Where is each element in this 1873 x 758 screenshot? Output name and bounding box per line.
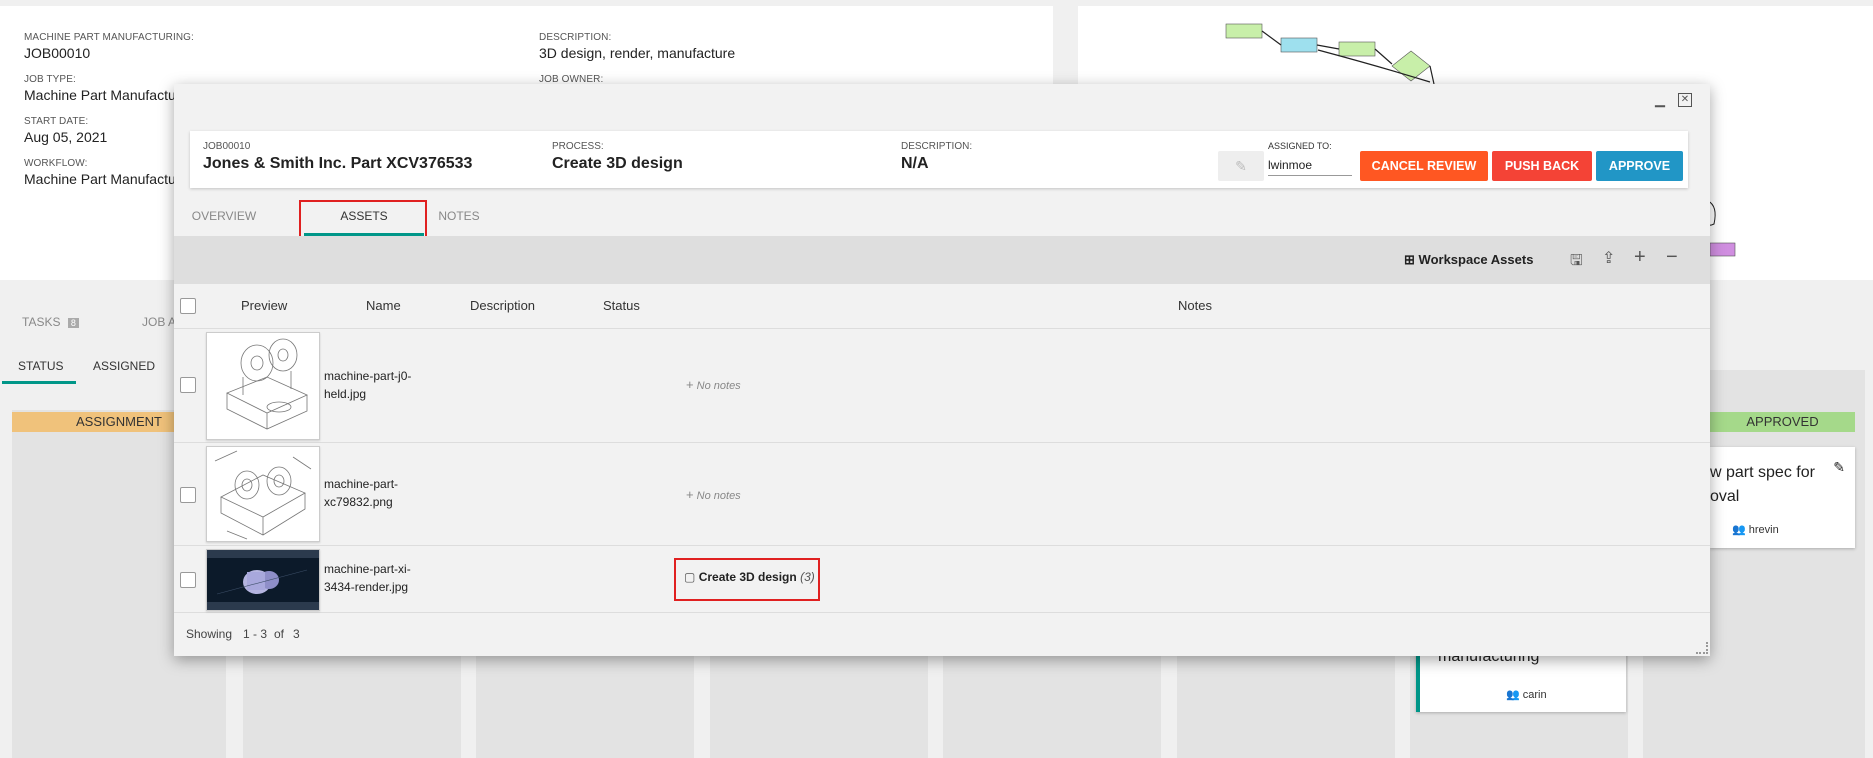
status-view-tab[interactable]: STATUS <box>18 359 64 373</box>
part-drawing-image <box>214 450 312 540</box>
card-assignee: 👥 hrevin <box>1732 524 1779 536</box>
add-note-button[interactable]: + No notes <box>686 487 741 502</box>
kanban-column <box>943 650 1161 758</box>
part-drawing-image <box>226 338 308 430</box>
add-note-button[interactable]: + No notes <box>686 377 741 392</box>
status-tab-indicator <box>2 381 76 384</box>
start-date-field: START DATE: Aug 05, 2021 <box>24 116 108 145</box>
plus-icon: + <box>686 377 694 392</box>
render-image <box>207 550 319 610</box>
plus-icon: + <box>686 487 694 502</box>
tab-notes[interactable]: NOTES <box>424 196 494 236</box>
job-type-field: JOB TYPE: Machine Part Manufactu <box>24 74 176 103</box>
job-description-field: DESCRIPTION: 3D design, render, manufact… <box>539 32 736 61</box>
row-checkbox[interactable] <box>180 572 196 588</box>
asset-name: machine-part-xi-3434-render.jpg <box>324 562 411 594</box>
job-field: JOB00010 Jones & Smith Inc. Part XCV3765… <box>203 141 473 172</box>
save-icon[interactable]: 🖫 <box>1570 250 1583 275</box>
table-row[interactable]: machine-part-j0-held.jpg + No notes <box>174 329 1710 443</box>
tab-overview[interactable]: OVERVIEW <box>174 196 274 236</box>
review-modal: ▁ ✕ JOB00010 Jones & Smith Inc. Part XCV… <box>174 84 1710 656</box>
workspace-assets-button[interactable]: ⊞ Workspace Assets <box>1404 252 1533 268</box>
asset-thumbnail[interactable] <box>206 446 320 542</box>
description-field: DESCRIPTION: N/A <box>901 141 973 172</box>
asset-name: machine-part-j0-held.jpg <box>324 369 412 401</box>
highlight-box <box>299 200 427 241</box>
approve-button[interactable]: APPROVE <box>1596 151 1683 181</box>
assets-toolbar: ⊞ Workspace Assets 🖫 ⇪ + − <box>174 236 1710 284</box>
asset-thumbnail[interactable] <box>206 549 320 611</box>
select-all-checkbox[interactable] <box>180 298 196 314</box>
cancel-review-button[interactable]: CANCEL REVIEW <box>1360 151 1488 181</box>
kanban-column <box>710 650 928 758</box>
process-field: PROCESS: Create 3D design <box>552 141 683 172</box>
users-icon: 👥 <box>1506 689 1520 701</box>
users-icon: 👥 <box>1732 524 1746 536</box>
row-checkbox[interactable] <box>180 377 196 393</box>
job-id-field: MACHINE PART MANUFACTURING: JOB00010 <box>24 32 194 61</box>
workflow-node-1 <box>1225 23 1263 39</box>
minimize-icon[interactable]: ▁ <box>1652 92 1668 108</box>
edit-assignee-button[interactable]: ✎ <box>1218 151 1264 181</box>
close-icon[interactable]: ✕ <box>1678 93 1692 107</box>
upload-icon[interactable]: ⇪ <box>1602 248 1615 268</box>
job-assets-tab[interactable]: JOB A <box>142 315 176 329</box>
task-header: JOB00010 Jones & Smith Inc. Part XCV3765… <box>190 131 1688 188</box>
edit-icon[interactable]: ✎ <box>1833 459 1845 476</box>
workflow-field: WORKFLOW: Machine Part Manufactu <box>24 158 176 187</box>
table-icon: ⊞ <box>1404 252 1415 267</box>
kanban-column <box>1177 650 1395 758</box>
asset-name: machine-part-xc79832.png <box>324 477 399 509</box>
approved-column-header: APPROVED <box>1710 412 1855 432</box>
approved-task-card[interactable]: w part spec for oval ✎ 👥 hrevin <box>1710 447 1855 548</box>
remove-icon[interactable]: − <box>1666 246 1678 269</box>
push-back-button[interactable]: PUSH BACK <box>1492 151 1592 181</box>
table-footer: Showing 1 - 3 of 3 <box>174 612 1710 656</box>
resize-handle[interactable] <box>1696 642 1708 654</box>
add-icon[interactable]: + <box>1634 246 1646 269</box>
row-checkbox[interactable] <box>180 487 196 503</box>
card-assignee: 👥 carin <box>1506 689 1547 701</box>
table-row[interactable]: machine-part-xi-3434-render.jpg ▢ Create… <box>174 546 1710 613</box>
table-row[interactable]: machine-part-xc79832.png + No notes <box>174 443 1710 546</box>
assigned-view-tab[interactable]: ASSIGNED <box>93 359 155 373</box>
tasks-count-badge: 8 <box>67 318 79 328</box>
asset-thumbnail[interactable] <box>206 332 320 440</box>
assets-table-header: Preview Name Description Status Notes <box>174 284 1710 329</box>
workflow-node-3 <box>1338 41 1376 57</box>
highlight-box <box>674 558 820 601</box>
kanban-column <box>243 650 461 758</box>
assignee-input[interactable]: lwinmoe <box>1268 155 1352 176</box>
tasks-tab[interactable]: TASKS 8 <box>22 315 79 329</box>
kanban-column <box>476 650 694 758</box>
workflow-node-2 <box>1280 37 1318 53</box>
